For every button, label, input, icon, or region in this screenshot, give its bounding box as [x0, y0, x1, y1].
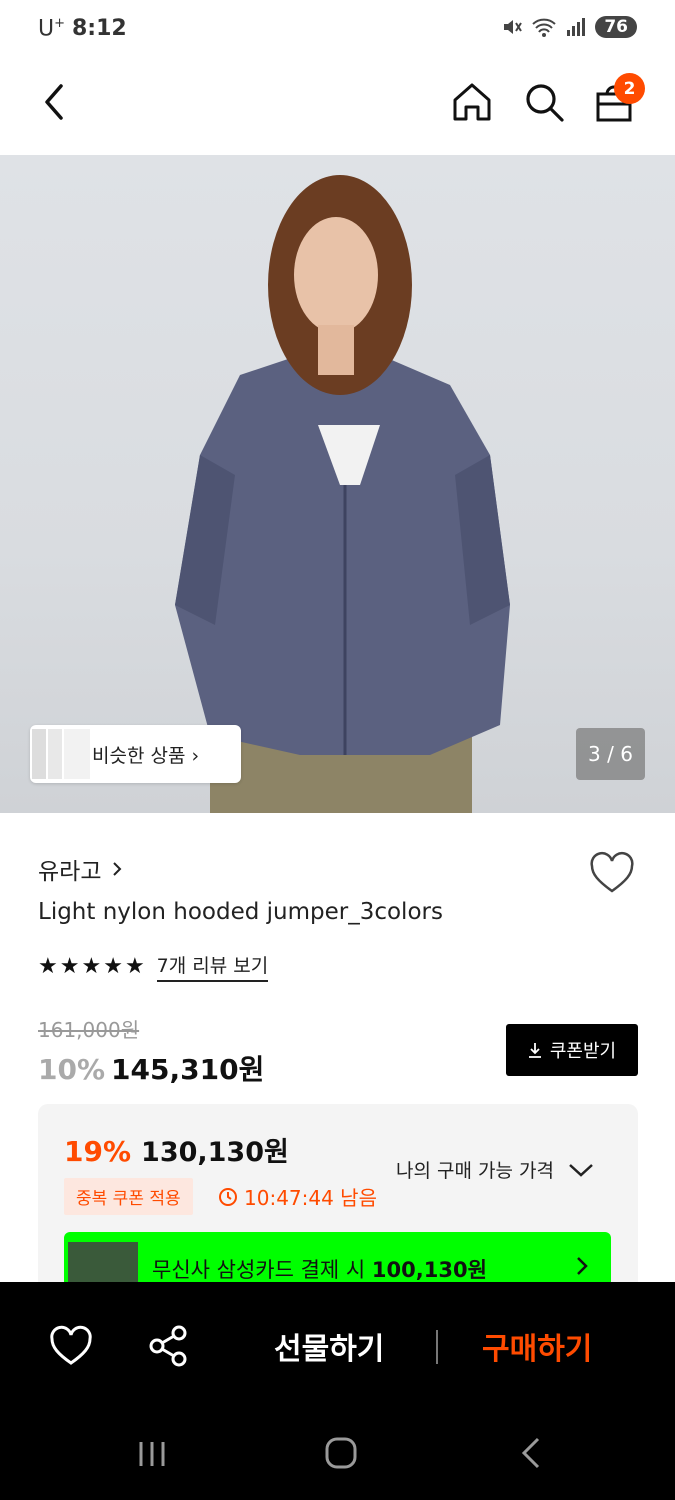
top-nav: 2 — [0, 62, 675, 144]
best-discount-percent: 19% — [64, 1135, 132, 1168]
coupon-button[interactable]: 쿠폰받기 — [506, 1024, 638, 1076]
sale-price: 145,310원 — [111, 1053, 265, 1086]
similar-products-button[interactable]: 비슷한 상품 › — [30, 725, 241, 783]
countdown-timer: 10:47:44 남음 — [218, 1182, 377, 1211]
carrier-label: U+ — [38, 16, 66, 42]
clock-icon — [219, 1187, 237, 1206]
star-icon: ★ — [81, 954, 102, 979]
similar-thumbnails — [32, 729, 90, 779]
signal-icon — [567, 18, 586, 36]
search-icon[interactable] — [522, 80, 566, 124]
system-home-icon[interactable] — [324, 1436, 358, 1470]
gift-button[interactable]: 선물하기 — [274, 1324, 384, 1368]
star-icon: ★ — [59, 954, 80, 979]
my-price-label: 나의 구매 가능 가격 — [396, 1160, 554, 1182]
share-icon[interactable] — [146, 1324, 190, 1368]
buy-button[interactable]: 구매하기 — [482, 1324, 592, 1368]
system-nav-bar — [0, 1422, 675, 1482]
star-icon: ★ — [124, 954, 145, 979]
card-promo-text: 무신사 삼성카드 결제 시 100,130원 — [152, 1258, 487, 1282]
recent-apps-icon[interactable] — [136, 1438, 168, 1470]
original-price: 161,000원 — [38, 1018, 140, 1042]
heart-icon[interactable] — [588, 850, 636, 898]
discount-percent: 10% — [38, 1053, 106, 1086]
brand-name: 유라고 — [38, 859, 102, 885]
status-icons: 76 — [501, 16, 637, 38]
chevron-down-icon — [569, 1163, 593, 1177]
star-icon: ★ — [103, 954, 123, 979]
mute-icon — [504, 20, 523, 34]
price-row: 10% 145,310원 — [38, 1048, 264, 1088]
coupon-tag: 중복 쿠폰 적용 — [64, 1178, 193, 1215]
similar-products-label: 비슷한 상품 › — [92, 745, 200, 767]
timer-text: 10:47:44 남음 — [244, 1186, 377, 1210]
review-link[interactable]: 7개 리뷰 보기 — [156, 951, 269, 982]
coupon-button-label: 쿠폰받기 — [549, 1041, 617, 1062]
battery-indicator: 76 — [595, 16, 637, 38]
cart-count-badge: 2 — [614, 73, 645, 104]
wifi-icon — [532, 18, 557, 37]
my-price-toggle[interactable]: 나의 구매 가능 가격 — [396, 1156, 594, 1183]
status-bar: U+ 8:12 76 — [0, 0, 675, 60]
best-price: 130,130원 — [141, 1137, 289, 1168]
action-divider — [436, 1330, 438, 1364]
system-back-icon[interactable] — [516, 1436, 546, 1470]
home-icon[interactable] — [450, 80, 494, 124]
status-time: 8:12 — [72, 16, 127, 41]
model-photo — [175, 175, 510, 813]
heart-icon[interactable] — [48, 1324, 94, 1370]
download-icon — [528, 1043, 541, 1058]
rating: ★ ★ ★ ★ ★ 7개 리뷰 보기 — [38, 951, 269, 982]
product-title: Light nylon hooded jumper_3colors — [38, 899, 443, 925]
product-image[interactable]: 비슷한 상품 › 3 / 6 — [0, 155, 675, 813]
best-price-row: 19% 130,130원 — [64, 1130, 289, 1169]
chevron-right-icon — [113, 862, 122, 876]
chevron-right-icon — [577, 1257, 588, 1275]
star-icon: ★ — [38, 954, 58, 979]
bottom-action-bar: 선물하기 구매하기 — [0, 1282, 675, 1500]
image-counter: 3 / 6 — [576, 728, 645, 780]
brand-link[interactable]: 유라고 — [38, 852, 123, 886]
back-icon[interactable] — [34, 80, 78, 124]
